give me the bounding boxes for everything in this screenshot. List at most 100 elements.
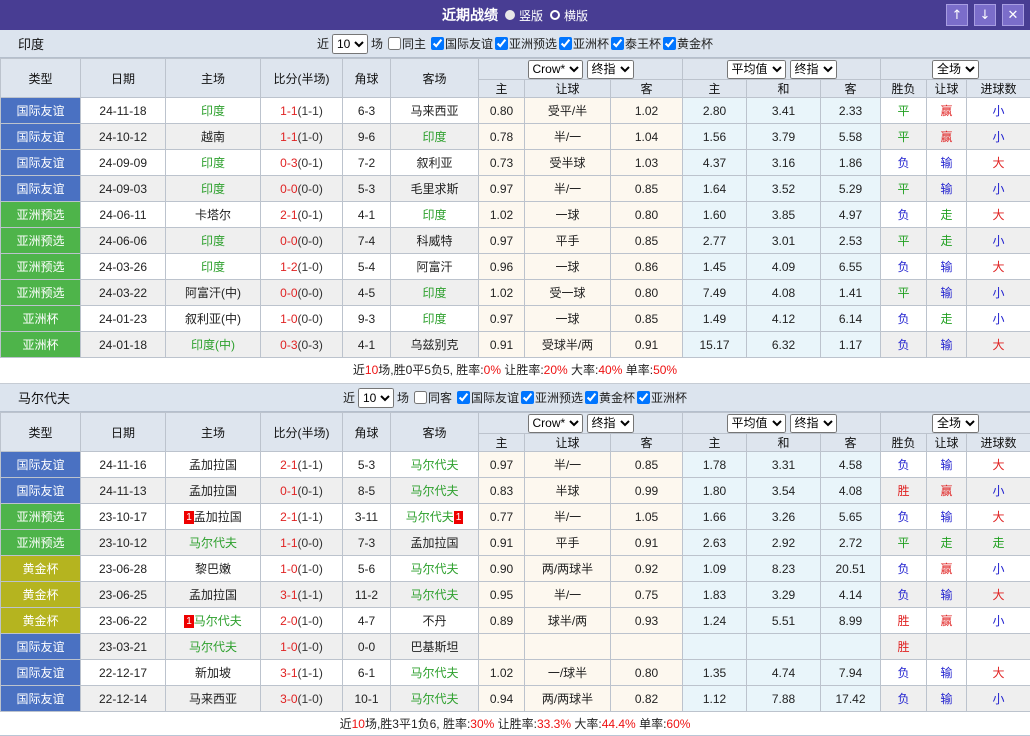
avg-odds-draw: 3.31 <box>747 452 821 478</box>
league-filter[interactable]: 黄金杯 <box>585 389 635 406</box>
result-goals: 大 <box>967 202 1030 228</box>
close-button[interactable]: ✕ <box>1002 4 1024 26</box>
score-cell: 1-0(1-0) <box>261 556 343 582</box>
avg-odds-draw: 3.16 <box>747 150 821 176</box>
match-date: 24-03-22 <box>81 280 166 306</box>
avg-odds-away: 6.55 <box>821 254 881 280</box>
league-filter[interactable]: 国际友谊 <box>457 389 519 406</box>
radio-unselected-icon[interactable] <box>550 10 560 20</box>
league-type-cell: 黄金杯 <box>1 582 81 608</box>
league-filter[interactable]: 亚洲杯 <box>637 389 687 406</box>
col-avg-away: 客 <box>821 434 881 452</box>
league-checkbox[interactable] <box>637 391 650 404</box>
layout-option-vertical[interactable]: 竖版 <box>505 7 543 24</box>
away-team-cell: 不丹 <box>391 608 479 634</box>
avg-odds-home: 1.35 <box>683 660 747 686</box>
half-time-score: (1-1) <box>298 588 323 602</box>
average-select[interactable]: 平均值 <box>727 60 786 79</box>
away-team-name: 印度 <box>422 208 446 222</box>
full-time-score: 1-1 <box>280 536 297 550</box>
col-avg-away: 客 <box>821 80 881 98</box>
full-time-score: 2-1 <box>280 510 297 524</box>
away-team-name: 印度 <box>422 130 446 144</box>
average-select[interactable]: 平均值 <box>727 414 786 433</box>
league-type-cell: 亚洲预选 <box>1 202 81 228</box>
results-table-india: 类型 日期 主场 比分(半场) 角球 客场 Crow*终指 平均值终指 全场 主… <box>0 58 1030 358</box>
final-odds-select[interactable]: 终指 <box>790 60 837 79</box>
home-team-cell: 印度 <box>166 176 261 202</box>
result-outcome: 胜 <box>881 634 927 660</box>
full-time-score: 3-1 <box>280 666 297 680</box>
layout-option-horizontal[interactable]: 横版 <box>550 7 588 24</box>
odds-handicap: 受球半/两 <box>525 332 611 358</box>
odds-handicap: 两/两球半 <box>525 556 611 582</box>
scroll-down-button[interactable]: ↓ <box>974 4 996 26</box>
full-time-score: 1-1 <box>280 130 297 144</box>
result-goals: 小 <box>967 478 1030 504</box>
away-team-name: 马来西亚 <box>410 104 458 118</box>
away-team-cell: 马尔代夫 <box>391 452 479 478</box>
radio-selected-icon[interactable] <box>505 10 515 20</box>
league-type-cell: 国际友谊 <box>1 176 81 202</box>
match-date: 24-11-18 <box>81 98 166 124</box>
summary-stat-label: 让胜率: <box>501 363 544 377</box>
league-filter[interactable]: 亚洲预选 <box>495 35 557 52</box>
home-team-cell: 印度 <box>166 150 261 176</box>
result-outcome: 负 <box>881 660 927 686</box>
league-type-cell: 国际友谊 <box>1 686 81 712</box>
league-checkbox[interactable] <box>431 37 444 50</box>
league-checkbox[interactable] <box>611 37 624 50</box>
match-row: 国际友谊 23-03-21 马尔代夫 1-0(1-0) 0-0 巴基斯坦 胜 <box>1 634 1030 660</box>
league-checkbox[interactable] <box>559 37 572 50</box>
odds-home: 0.78 <box>479 124 525 150</box>
odds-away: 0.85 <box>611 306 683 332</box>
league-checkbox[interactable] <box>495 37 508 50</box>
league-checkbox[interactable] <box>663 37 676 50</box>
scope-select[interactable]: 全场 <box>932 414 979 433</box>
bookmaker-select[interactable]: Crow* <box>528 414 583 433</box>
avg-odds-home: 1.24 <box>683 608 747 634</box>
home-team-name: 马尔代夫 <box>189 536 237 550</box>
half-time-score: (0-1) <box>298 156 323 170</box>
scope-select[interactable]: 全场 <box>932 60 979 79</box>
odds-away: 0.92 <box>611 556 683 582</box>
match-date: 24-06-06 <box>81 228 166 254</box>
league-filter[interactable]: 亚洲预选 <box>521 389 583 406</box>
corner-count: 11-2 <box>343 582 391 608</box>
match-count-select[interactable]: 10 <box>332 34 368 54</box>
league-checkbox[interactable] <box>521 391 534 404</box>
same-away-filter[interactable]: 同客 <box>414 389 452 406</box>
scroll-up-button[interactable]: ↑ <box>946 4 968 26</box>
result-handicap: 输 <box>927 332 967 358</box>
final-odds-select[interactable]: 终指 <box>587 414 634 433</box>
score-cell: 0-0(0-0) <box>261 280 343 306</box>
league-label: 黄金杯 <box>599 389 635 406</box>
away-team-name: 马尔代夫 <box>410 562 458 576</box>
full-time-score: 0-0 <box>280 286 297 300</box>
league-filter[interactable]: 国际友谊 <box>431 35 493 52</box>
same-home-checkbox[interactable] <box>388 37 401 50</box>
odds-home: 0.83 <box>479 478 525 504</box>
same-away-checkbox[interactable] <box>414 391 427 404</box>
corner-count: 3-11 <box>343 504 391 530</box>
odds-away: 1.03 <box>611 150 683 176</box>
col-handicap: 让球 <box>525 80 611 98</box>
league-checkbox[interactable] <box>457 391 470 404</box>
result-handicap: 输 <box>927 686 967 712</box>
near-label: 近 <box>317 35 329 52</box>
same-home-filter[interactable]: 同主 <box>388 35 426 52</box>
half-time-score: (1-1) <box>298 458 323 472</box>
final-odds-select[interactable]: 终指 <box>587 60 634 79</box>
league-filter[interactable]: 亚洲杯 <box>559 35 609 52</box>
avg-odds-away: 2.33 <box>821 98 881 124</box>
summary-stat-label: 让胜率: <box>494 717 537 731</box>
league-checkbox[interactable] <box>585 391 598 404</box>
league-filter[interactable]: 黄金杯 <box>663 35 713 52</box>
league-filter[interactable]: 泰王杯 <box>611 35 661 52</box>
final-odds-select[interactable]: 终指 <box>790 414 837 433</box>
score-cell: 3-1(1-1) <box>261 582 343 608</box>
odds-handicap: 半球 <box>525 478 611 504</box>
odds-away <box>611 634 683 660</box>
bookmaker-select[interactable]: Crow* <box>528 60 583 79</box>
match-count-select[interactable]: 10 <box>358 388 394 408</box>
